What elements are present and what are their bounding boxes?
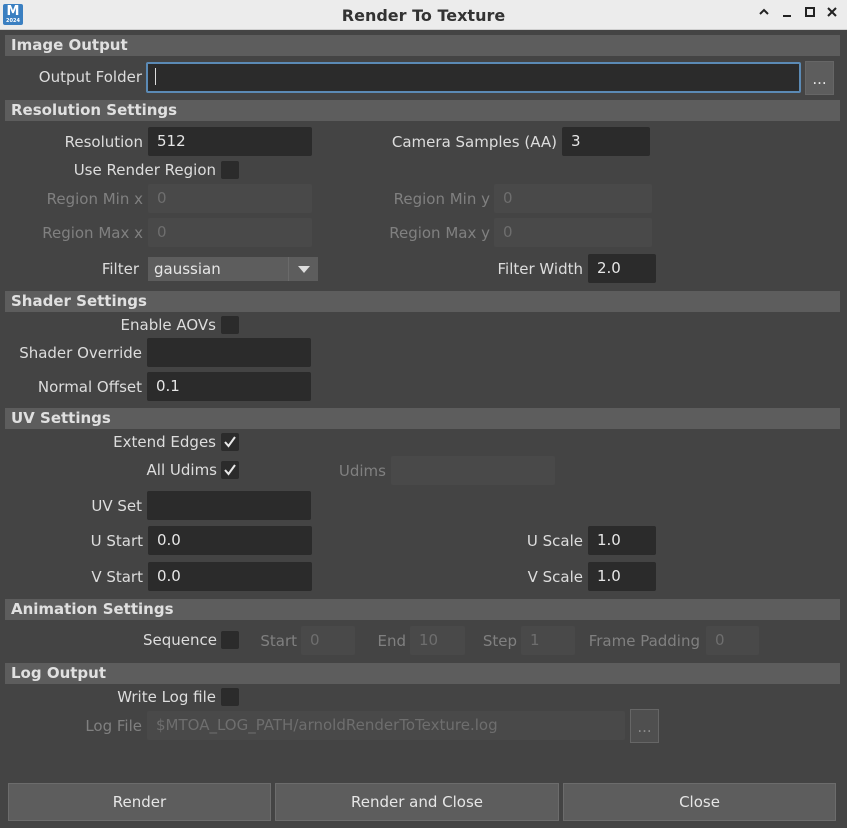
render-button[interactable]: Render [8,783,271,821]
end-label: End [377,632,406,650]
sequence-label: Sequence [143,631,217,649]
browse-log-file-button[interactable]: ... [630,709,659,743]
enable-aovs-label: Enable AOVs [120,316,216,334]
uv-set-label: UV Set [91,497,142,515]
resolution-label: Resolution [64,133,143,151]
start-input[interactable]: 0 [301,626,355,655]
region-max-x-input[interactable]: 0 [148,218,312,247]
section-log-output[interactable]: Log Output [5,663,840,684]
all-udims-label: All Udims [146,461,217,479]
frame-padding-label: Frame Padding [588,632,700,650]
u-scale-input[interactable]: 1.0 [588,526,656,555]
camera-samples-input[interactable]: 3 [562,127,650,156]
sequence-checkbox[interactable] [221,631,239,649]
log-file-input[interactable]: $MTOA_LOG_PATH/arnoldRenderToTexture.log [147,711,625,740]
section-uv-settings[interactable]: UV Settings [5,408,840,429]
close-icon [827,7,837,17]
region-min-y-input[interactable]: 0 [494,184,652,213]
maximize-icon [805,7,815,17]
write-log-label: Write Log file [117,688,216,706]
collapse-button[interactable] [755,5,773,23]
use-render-region-label: Use Render Region [73,161,216,179]
chevron-up-icon [759,8,769,15]
region-max-y-label: Region Max y [389,224,490,242]
uv-set-input[interactable] [147,491,311,520]
extend-edges-label: Extend Edges [113,433,216,451]
use-render-region-checkbox[interactable] [221,161,239,179]
write-log-checkbox[interactable] [221,688,239,706]
browse-output-folder-button[interactable]: ... [805,61,834,95]
region-max-y-input[interactable]: 0 [494,218,652,247]
frame-padding-input[interactable]: 0 [706,626,759,655]
filter-width-input[interactable]: 2.0 [588,254,656,283]
u-start-label: U Start [90,532,143,550]
section-animation-settings[interactable]: Animation Settings [5,599,840,620]
filter-label: Filter [101,260,139,278]
close-button[interactable]: Close [563,783,836,821]
shader-override-label: Shader Override [19,344,142,362]
v-scale-label: V Scale [527,568,583,586]
section-image-output[interactable]: Image Output [5,35,840,56]
step-input[interactable]: 1 [521,626,575,655]
title-bar[interactable]: M 2024 Render To Texture [0,0,847,30]
region-max-x-label: Region Max x [42,224,143,242]
all-udims-checkbox[interactable] [221,461,239,479]
section-shader-settings[interactable]: Shader Settings [5,291,840,312]
section-resolution-settings[interactable]: Resolution Settings [5,100,840,121]
shader-override-input[interactable] [147,338,311,367]
filter-dropdown[interactable]: gaussian [148,257,318,281]
text-caret [155,68,156,85]
resolution-input[interactable]: 512 [148,127,312,156]
minimize-button[interactable] [778,5,796,23]
udims-label: Udims [338,462,386,480]
filter-width-label: Filter Width [497,260,584,278]
checkmark-icon [224,436,236,448]
region-min-y-label: Region Min y [393,190,490,208]
u-scale-label: U Scale [526,532,583,550]
extend-edges-checkbox[interactable] [221,433,239,451]
u-start-input[interactable]: 0.0 [148,526,312,555]
minimize-icon [783,15,791,17]
v-start-input[interactable]: 0.0 [148,562,312,591]
render-and-close-button[interactable]: Render and Close [275,783,559,821]
output-folder-input[interactable] [146,62,801,93]
start-label: Start [260,632,297,650]
window-title: Render To Texture [341,6,506,25]
checkmark-icon [224,464,236,476]
udims-input[interactable] [391,456,555,485]
enable-aovs-checkbox[interactable] [221,316,239,334]
maximize-button[interactable] [801,5,819,23]
normal-offset-input[interactable]: 0.1 [147,372,311,401]
end-input[interactable]: 10 [410,626,465,655]
v-start-label: V Start [91,568,143,586]
region-min-x-input[interactable]: 0 [148,184,312,213]
filter-value: gaussian [154,260,221,278]
chevron-down-icon[interactable] [288,257,318,281]
v-scale-input[interactable]: 1.0 [588,562,656,591]
camera-samples-label: Camera Samples (AA) [391,133,557,151]
region-min-x-label: Region Min x [46,190,143,208]
log-file-label: Log File [85,717,142,735]
close-window-button[interactable] [823,5,841,23]
normal-offset-label: Normal Offset [37,378,142,396]
step-label: Step [482,632,517,650]
output-folder-label: Output Folder [38,68,142,86]
